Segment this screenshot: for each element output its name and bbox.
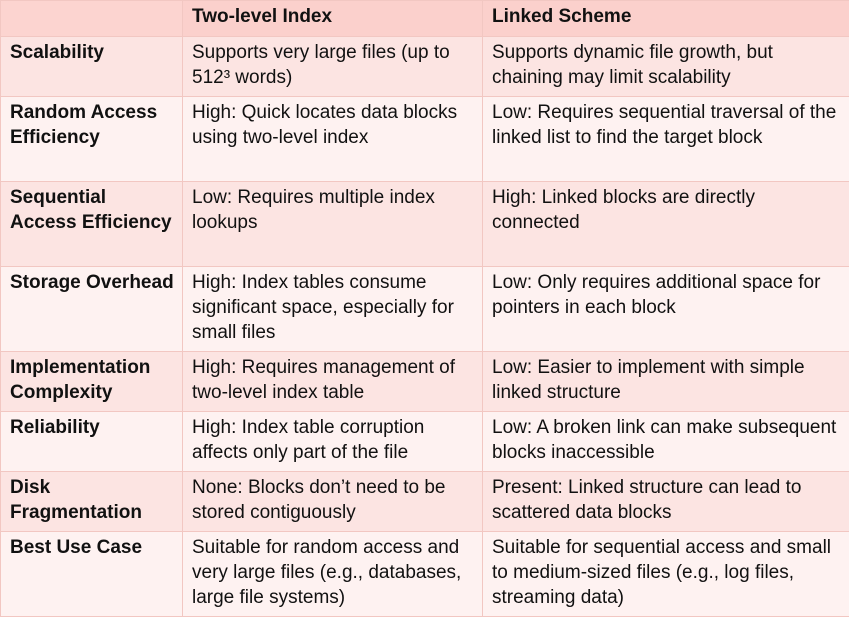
table-row: Implementation Complexity High: Requires… [0, 351, 849, 412]
table-row: Storage Overhead High: Index tables cons… [0, 266, 849, 352]
table-row: Random Access Efficiency High: Quick loc… [0, 96, 849, 182]
linked-cell: Present: Linked structure can lead to sc… [482, 471, 849, 532]
row-label: Random Access Efficiency [0, 96, 183, 182]
table-row: Disk Fragmentation None: Blocks don’t ne… [0, 471, 849, 532]
linked-cell: High: Linked blocks are directly connect… [482, 181, 849, 267]
linked-cell: Low: Requires sequential traversal of th… [482, 96, 849, 182]
linked-cell: Suitable for sequential access and small… [482, 531, 849, 617]
row-label: Implementation Complexity [0, 351, 183, 412]
two-level-cell: Low: Requires multiple index lookups [182, 181, 483, 267]
header-two-level-index: Two-level Index [182, 0, 483, 37]
row-label: Sequential Access Efficiency [0, 181, 183, 267]
row-label: Best Use Case [0, 531, 183, 617]
two-level-cell: High: Index table corruption affects onl… [182, 411, 483, 472]
row-label: Storage Overhead [0, 266, 183, 352]
two-level-cell: None: Blocks don’t need to be stored con… [182, 471, 483, 532]
table-row: Sequential Access Efficiency Low: Requir… [0, 181, 849, 267]
row-label: Reliability [0, 411, 183, 472]
comparison-table: Two-level Index Linked Scheme Scalabilit… [0, 0, 849, 617]
two-level-cell: High: Requires management of two-level i… [182, 351, 483, 412]
linked-cell: Low: Only requires additional space for … [482, 266, 849, 352]
linked-cell: Low: Easier to implement with simple lin… [482, 351, 849, 412]
table-row: Best Use Case Suitable for random access… [0, 531, 849, 617]
table-row: Scalability Supports very large files (u… [0, 36, 849, 97]
linked-cell: Low: A broken link can make subsequent b… [482, 411, 849, 472]
row-label: Scalability [0, 36, 183, 97]
two-level-cell: High: Index tables consume significant s… [182, 266, 483, 352]
two-level-cell: Suitable for random access and very larg… [182, 531, 483, 617]
table-row: Reliability High: Index table corruption… [0, 411, 849, 472]
row-label: Disk Fragmentation [0, 471, 183, 532]
header-corner [0, 0, 183, 37]
linked-cell: Supports dynamic file growth, but chaini… [482, 36, 849, 97]
header-linked-scheme: Linked Scheme [482, 0, 849, 37]
two-level-cell: High: Quick locates data blocks using tw… [182, 96, 483, 182]
two-level-cell: Supports very large files (up to 512³ wo… [182, 36, 483, 97]
header-row: Two-level Index Linked Scheme [0, 0, 849, 37]
